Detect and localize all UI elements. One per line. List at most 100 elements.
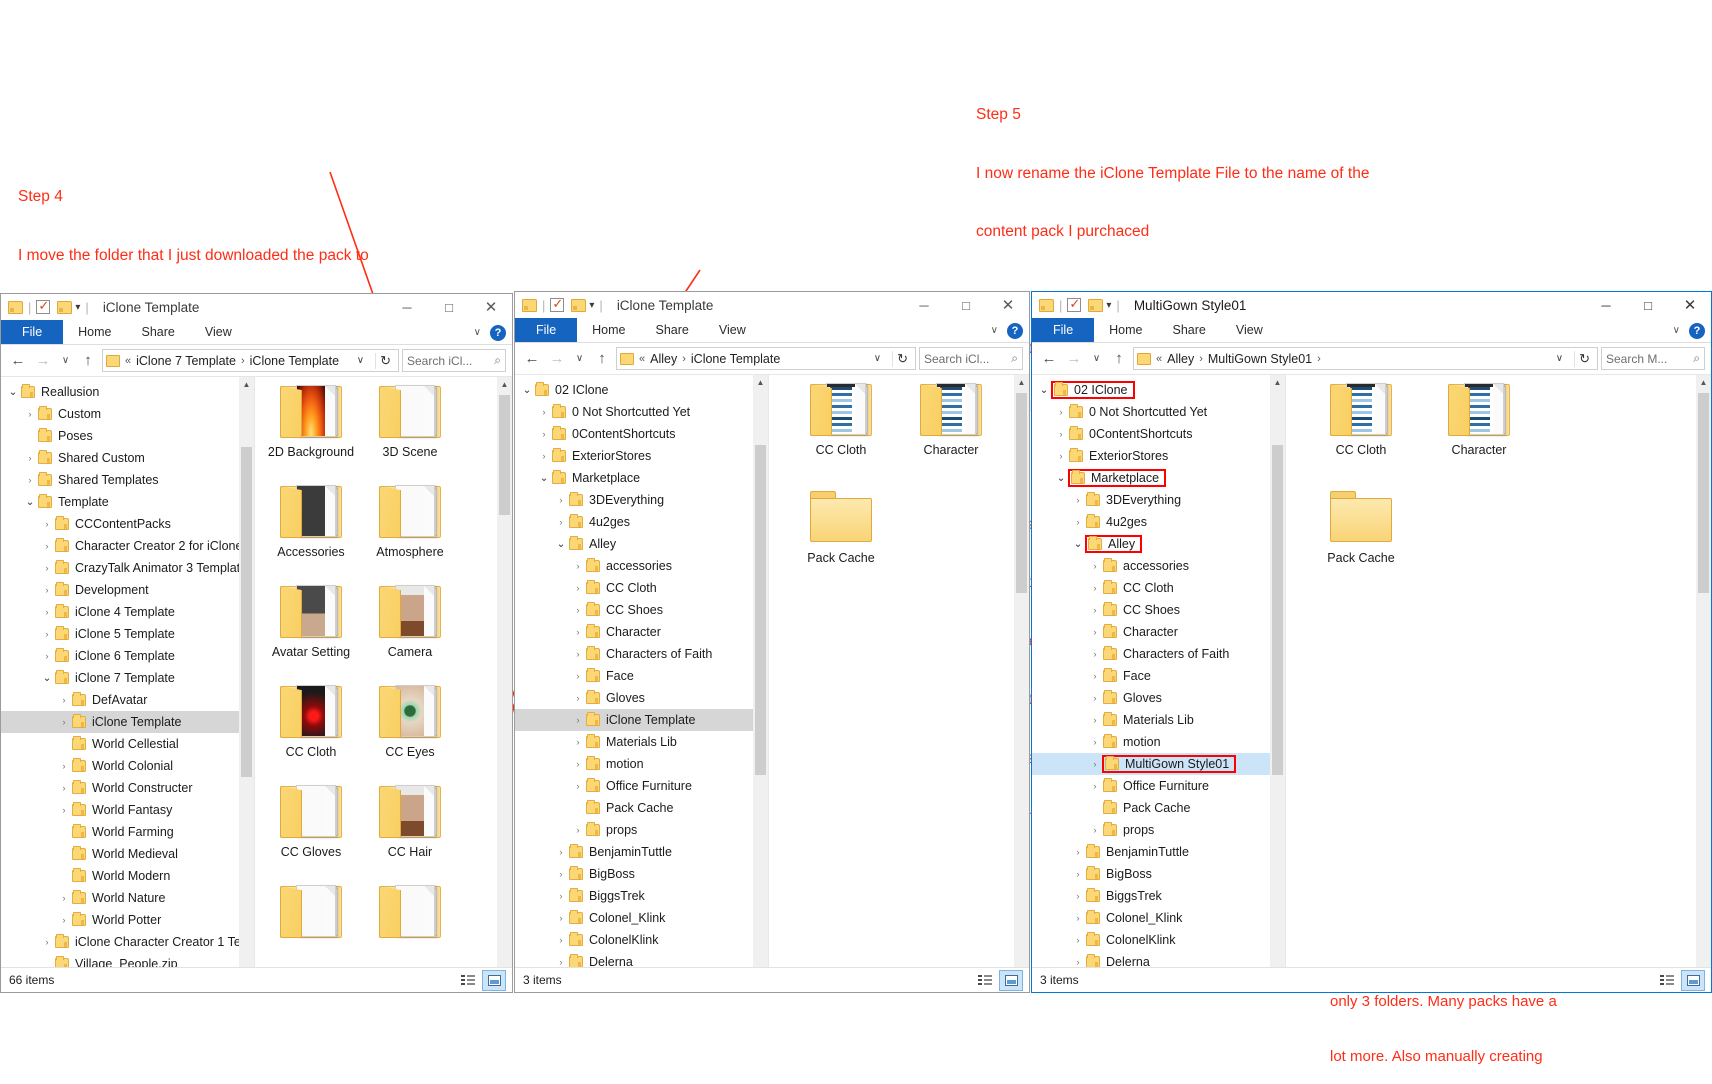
tree-item[interactable]: › Character Creator 2 for iClone Template bbox=[1, 535, 254, 557]
tab-view[interactable]: View bbox=[704, 318, 761, 342]
chevron-right-icon[interactable]: › bbox=[570, 693, 586, 704]
chevron-right-icon[interactable]: › bbox=[39, 541, 55, 552]
tree-item[interactable]: › Character bbox=[515, 621, 768, 643]
view-mode-buttons[interactable] bbox=[973, 968, 1023, 992]
chevron-right-icon[interactable]: › bbox=[570, 825, 586, 836]
window1-controls[interactable]: ─ □ ✕ bbox=[386, 294, 512, 320]
tree-item[interactable]: › iClone Character Creator 1 Template bbox=[1, 931, 254, 953]
tree-item[interactable]: › Colonel_Klink bbox=[1032, 907, 1285, 929]
chevron-down-icon[interactable]: ⌄ bbox=[39, 672, 55, 684]
tree-item[interactable]: ⌄ 02 IClone bbox=[1032, 379, 1285, 401]
tree-item[interactable]: › Face bbox=[1032, 665, 1285, 687]
window3-folder-tree[interactable]: ⌄ 02 IClone › 0 Not Shortcutted Yet › 0Conten… bbox=[1032, 375, 1285, 967]
tree-item[interactable]: › ExteriorStores bbox=[1032, 445, 1285, 467]
chevron-right-icon[interactable]: › bbox=[1053, 451, 1069, 462]
tree-item[interactable]: World Cellestial bbox=[1, 733, 254, 755]
chevron-right-icon[interactable]: › bbox=[1070, 935, 1086, 946]
chevron-right-icon[interactable]: › bbox=[56, 805, 72, 816]
tree-item[interactable]: › accessories bbox=[515, 555, 768, 577]
chevron-right-icon[interactable]: › bbox=[39, 629, 55, 640]
scroll-up-icon[interactable]: ▲ bbox=[239, 377, 254, 392]
tree-item[interactable]: World Medieval bbox=[1, 843, 254, 865]
chevron-down-icon[interactable]: ⌄ bbox=[1070, 538, 1086, 550]
chevron-right-icon[interactable]: › bbox=[56, 761, 72, 772]
scrollbar-thumb[interactable] bbox=[755, 445, 766, 775]
chevron-down-icon[interactable]: ▾ bbox=[1106, 300, 1111, 311]
help-icon[interactable]: ? bbox=[490, 324, 506, 341]
chevron-down-icon[interactable]: ▾ bbox=[589, 300, 594, 311]
back-icon[interactable]: ← bbox=[1038, 350, 1060, 367]
chevron-right-icon[interactable]: › bbox=[1070, 869, 1086, 880]
close-button[interactable]: ✕ bbox=[1669, 292, 1711, 318]
tree-item[interactable]: › Delerna bbox=[1032, 951, 1285, 967]
tab-file[interactable]: File bbox=[1, 320, 64, 344]
chevron-right-icon[interactable]: › bbox=[1070, 495, 1086, 506]
view-mode-buttons[interactable] bbox=[1655, 968, 1705, 992]
scroll-up-icon[interactable]: ▲ bbox=[1270, 375, 1285, 390]
maximize-button[interactable]: □ bbox=[1627, 292, 1669, 318]
tree-item[interactable]: › BigBoss bbox=[515, 863, 768, 885]
tab-share[interactable]: Share bbox=[1158, 318, 1221, 342]
refresh-icon[interactable]: ↻ bbox=[375, 352, 395, 369]
search-icon[interactable]: ⌕ bbox=[494, 353, 501, 368]
folder-tile[interactable]: CC Cloth bbox=[261, 681, 361, 759]
chevron-right-icon[interactable]: › bbox=[1087, 627, 1103, 638]
chevron-right-icon[interactable]: › bbox=[1070, 847, 1086, 858]
address-dropdown-icon[interactable]: ∨ bbox=[1550, 353, 1569, 364]
help-icon[interactable]: ? bbox=[1007, 322, 1023, 339]
window2-content-pane[interactable]: CC Cloth Character Pack Cache ▲ bbox=[768, 375, 1029, 967]
breadcrumb-overflow[interactable]: « bbox=[125, 355, 131, 367]
chevron-right-icon[interactable]: › bbox=[1070, 957, 1086, 968]
folder-tile[interactable] bbox=[360, 881, 460, 945]
chevron-right-icon[interactable]: › bbox=[536, 451, 552, 462]
window1-address-bar[interactable]: ← → ∨ ↑ « iClone 7 Template › iClone Tem… bbox=[1, 345, 512, 376]
tab-view[interactable]: View bbox=[190, 320, 247, 344]
window1-icon-grid[interactable]: 2D Background 3D Scene Accessories Atmosphe… bbox=[255, 377, 497, 967]
tab-home[interactable]: Home bbox=[577, 318, 640, 342]
address-field[interactable]: « Alley › iClone Template ∨ ↻ bbox=[616, 347, 916, 370]
tree-item[interactable]: › CC Cloth bbox=[1032, 577, 1285, 599]
tree-item[interactable]: › Characters of Faith bbox=[1032, 643, 1285, 665]
tree-item[interactable]: › 0 Not Shortcutted Yet bbox=[1032, 401, 1285, 423]
tree-item[interactable]: › World Constructer bbox=[1, 777, 254, 799]
chevron-right-icon[interactable]: › bbox=[570, 715, 586, 726]
ribbon-right-controls[interactable]: ∨ ? bbox=[474, 320, 506, 345]
chevron-right-icon[interactable]: › bbox=[570, 737, 586, 748]
window2-titlebar[interactable]: | ▾ | iClone Template ─ □ ✕ bbox=[515, 292, 1029, 318]
tree-item[interactable]: › BigBoss bbox=[1032, 863, 1285, 885]
refresh-icon[interactable]: ↻ bbox=[1574, 350, 1594, 367]
tree-item[interactable]: › iClone 6 Template bbox=[1, 645, 254, 667]
tab-home[interactable]: Home bbox=[1094, 318, 1157, 342]
chevron-right-icon[interactable]: › bbox=[553, 913, 569, 924]
folder-tile[interactable]: Pack Cache bbox=[791, 487, 891, 565]
ribbon-right-controls[interactable]: ∨ ? bbox=[991, 318, 1023, 343]
window2-icon-grid[interactable]: CC Cloth Character Pack Cache bbox=[769, 375, 1014, 967]
window1-ribbon-tabs[interactable]: File Home Share View ∨ ? bbox=[1, 320, 512, 345]
scrollbar-thumb[interactable] bbox=[499, 395, 510, 515]
minimize-button[interactable]: ─ bbox=[386, 294, 428, 320]
search-box[interactable]: Search M... ⌕ bbox=[1601, 347, 1705, 370]
tree-item[interactable]: › Face bbox=[515, 665, 768, 687]
chevron-right-icon[interactable]: › bbox=[1087, 671, 1103, 682]
details-view-button[interactable] bbox=[1655, 970, 1679, 991]
tab-view[interactable]: View bbox=[1221, 318, 1278, 342]
tree-item[interactable]: › CC Cloth bbox=[515, 577, 768, 599]
tree-scrollbar[interactable]: ▲ bbox=[1270, 375, 1285, 967]
tree-item[interactable]: › props bbox=[1032, 819, 1285, 841]
chevron-down-icon[interactable]: ▾ bbox=[75, 302, 80, 313]
chevron-right-icon[interactable]: › bbox=[1087, 781, 1103, 792]
tree-item[interactable]: › CC Shoes bbox=[1032, 599, 1285, 621]
maximize-button[interactable]: □ bbox=[945, 292, 987, 318]
expand-ribbon-chevron-icon[interactable]: ∨ bbox=[991, 325, 998, 336]
chevron-right-icon[interactable]: › bbox=[570, 561, 586, 572]
tree-item[interactable]: Pack Cache bbox=[515, 797, 768, 819]
view-mode-buttons[interactable] bbox=[456, 968, 506, 992]
scroll-up-icon[interactable]: ▲ bbox=[497, 377, 512, 392]
details-view-button[interactable] bbox=[456, 970, 480, 991]
search-icon[interactable]: ⌕ bbox=[1011, 351, 1018, 366]
tree-item[interactable]: › accessories bbox=[1032, 555, 1285, 577]
window3-ribbon-tabs[interactable]: File Home Share View ∨ ? bbox=[1032, 318, 1711, 343]
chevron-right-icon[interactable]: › bbox=[56, 695, 72, 706]
close-button[interactable]: ✕ bbox=[987, 292, 1029, 318]
scrollbar-thumb[interactable] bbox=[1016, 393, 1027, 593]
